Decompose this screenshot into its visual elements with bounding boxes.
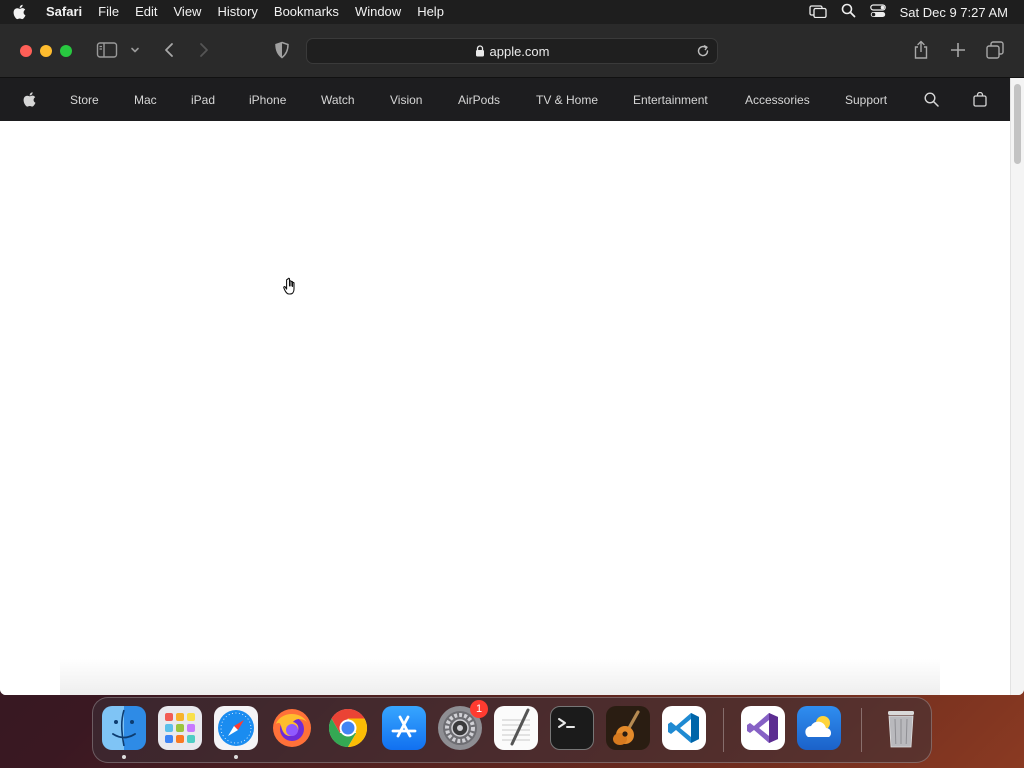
status-area: Sat Dec 9 7:27 AM: [808, 0, 1024, 24]
menu-file[interactable]: File: [90, 0, 127, 24]
new-tab-plus-icon[interactable]: [949, 41, 967, 59]
nav-link-airpods[interactable]: AirPods: [458, 93, 500, 107]
firefox-icon[interactable]: [270, 706, 314, 750]
page-scrollbar[interactable]: [1010, 78, 1024, 695]
page-content: [0, 121, 1010, 695]
safari-window: apple.com Store Mac iPad iPhone Watch Vi…: [0, 24, 1024, 695]
trash-icon[interactable]: [879, 706, 923, 750]
weather-icon[interactable]: [797, 706, 841, 750]
finder-running-indicator: [122, 755, 126, 759]
menu-edit[interactable]: Edit: [127, 0, 165, 24]
nav-bag-icon[interactable]: [973, 91, 987, 110]
nav-link-entertainment[interactable]: Entertainment: [633, 93, 708, 107]
reload-icon[interactable]: [695, 43, 711, 59]
system-settings-badge: 1: [470, 700, 488, 718]
address-bar[interactable]: apple.com: [306, 38, 718, 64]
lock-icon: [475, 45, 485, 57]
share-icon[interactable]: [912, 40, 930, 60]
nav-link-ipad[interactable]: iPad: [191, 93, 215, 107]
nav-link-support[interactable]: Support: [845, 93, 887, 107]
apple-logo-icon[interactable]: [22, 91, 36, 111]
terminal-icon[interactable]: [550, 706, 594, 750]
sidebar-toggle-icon[interactable]: [96, 41, 118, 59]
finder-icon[interactable]: [102, 706, 146, 759]
app-store-icon[interactable]: [382, 706, 426, 750]
spotlight-search-icon[interactable]: [841, 3, 856, 21]
scrollbar-thumb[interactable]: [1014, 84, 1021, 164]
chrome-icon[interactable]: [326, 706, 370, 750]
menu-bar: Safari File Edit View History Bookmarks …: [0, 0, 1024, 24]
zoom-window-button[interactable]: [60, 45, 72, 57]
control-center-icon[interactable]: [869, 3, 886, 21]
nav-link-vision[interactable]: Vision: [390, 93, 422, 107]
menu-window[interactable]: Window: [347, 0, 409, 24]
dock-separator: [723, 708, 724, 752]
forward-chevron-icon[interactable]: [196, 41, 212, 59]
minimize-window-button[interactable]: [40, 45, 52, 57]
dock: 1: [92, 697, 932, 763]
safari-icon[interactable]: [214, 706, 258, 759]
visual-studio-icon[interactable]: [741, 706, 785, 750]
safari-running-indicator: [234, 755, 238, 759]
menu-view[interactable]: View: [166, 0, 210, 24]
tab-overview-icon[interactable]: [985, 40, 1005, 60]
menu-help[interactable]: Help: [409, 0, 452, 24]
menu-app-name[interactable]: Safari: [38, 0, 90, 24]
menu-history[interactable]: History: [209, 0, 265, 24]
apple-menu-icon[interactable]: [0, 4, 38, 20]
screen-mirroring-icon[interactable]: [808, 4, 827, 21]
nav-link-accessories[interactable]: Accessories: [745, 93, 810, 107]
nav-link-mac[interactable]: Mac: [134, 93, 157, 107]
dock-separator: [861, 708, 862, 752]
hand-pointer-cursor-icon: [281, 276, 297, 301]
nav-link-store[interactable]: Store: [70, 93, 99, 107]
vscode-icon[interactable]: [662, 706, 706, 750]
nav-link-iphone[interactable]: iPhone: [249, 93, 286, 107]
apple-global-nav: Store Mac iPad iPhone Watch Vision AirPo…: [0, 78, 1010, 121]
launchpad-icon[interactable]: [158, 706, 202, 750]
address-url-text: apple.com: [489, 43, 550, 59]
nav-link-tv-home[interactable]: TV & Home: [536, 93, 598, 107]
privacy-shield-icon[interactable]: [274, 41, 290, 59]
close-window-button[interactable]: [20, 45, 32, 57]
textedit-icon[interactable]: [494, 706, 538, 750]
menubar-clock[interactable]: Sat Dec 9 7:27 AM: [900, 5, 1008, 20]
safari-toolbar: apple.com: [0, 24, 1024, 78]
nav-link-watch[interactable]: Watch: [321, 93, 355, 107]
content-shade: [60, 659, 940, 695]
menu-bookmarks[interactable]: Bookmarks: [266, 0, 347, 24]
garageband-icon[interactable]: [606, 706, 650, 750]
tab-group-chevron-down-icon[interactable]: [129, 44, 141, 56]
back-chevron-icon[interactable]: [161, 41, 177, 59]
system-settings-icon[interactable]: 1: [438, 700, 488, 750]
nav-search-icon[interactable]: [924, 92, 939, 110]
